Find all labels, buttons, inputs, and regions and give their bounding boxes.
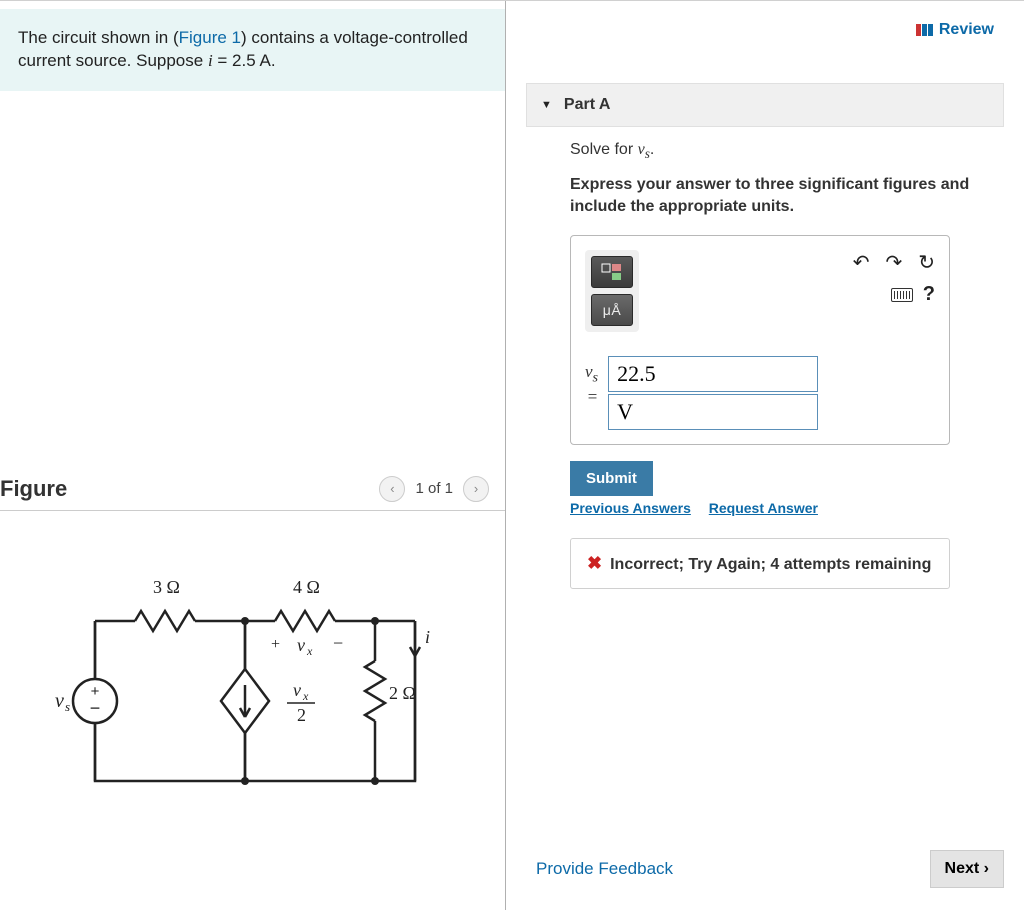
svg-text:s: s (65, 699, 70, 714)
collapse-icon: ▼ (541, 99, 552, 111)
review-link[interactable]: Review (916, 21, 994, 39)
incorrect-icon: ✖ (587, 553, 602, 573)
problem-text-pre: The circuit shown in ( (18, 28, 179, 47)
svg-text:−: − (90, 698, 101, 718)
svg-text:x: x (306, 644, 313, 658)
problem-statement: The circuit shown in (Figure 1) contains… (0, 9, 505, 91)
submit-button[interactable]: Submit (570, 461, 653, 496)
undo-icon[interactable]: ↶ (853, 250, 870, 275)
right-panel: Review ▼ Part A Solve for vs. Express yo… (506, 1, 1024, 910)
figure-link[interactable]: Figure 1 (179, 28, 241, 47)
svg-text:2 Ω: 2 Ω (389, 683, 416, 703)
redo-icon[interactable]: ↷ (885, 250, 902, 275)
provide-feedback-link[interactable]: Provide Feedback (536, 859, 673, 879)
part-body: Solve for vs. Express your answer to thr… (526, 127, 1004, 589)
figure-next-button[interactable]: › (463, 476, 489, 502)
next-button[interactable]: Next › (930, 850, 1004, 888)
request-answer-link[interactable]: Request Answer (709, 500, 818, 516)
figure-prev-button[interactable]: ‹ (379, 476, 405, 502)
toolbar: μÅ (585, 250, 639, 332)
svg-text:3 Ω: 3 Ω (153, 577, 180, 597)
svg-text:−: − (333, 633, 343, 653)
previous-answers-link[interactable]: Previous Answers (570, 500, 691, 516)
svg-text:i: i (425, 627, 430, 647)
svg-text:v: v (55, 690, 64, 712)
figure-header: Figure ‹ 1 of 1 › (0, 476, 505, 511)
template-button[interactable] (591, 256, 633, 288)
part-title: Part A (564, 96, 611, 114)
svg-text:x: x (302, 689, 309, 703)
svg-text:v: v (297, 635, 305, 655)
prompt-text: Solve for vs. (570, 141, 1004, 162)
left-panel: The circuit shown in (Figure 1) contains… (0, 1, 505, 910)
svg-text:v: v (293, 680, 301, 700)
reset-icon[interactable]: ↻ (918, 250, 935, 275)
units-button[interactable]: μÅ (591, 294, 633, 326)
keyboard-icon[interactable] (891, 288, 913, 302)
svg-text:2: 2 (297, 705, 306, 725)
figure-pager-text: 1 of 1 (415, 480, 453, 497)
help-icon[interactable]: ? (923, 283, 935, 306)
svg-text:+: + (271, 636, 280, 653)
instruction-text: Express your answer to three significant… (570, 174, 1004, 217)
feedback-text: Incorrect; Try Again; 4 attempts remaini… (610, 556, 931, 573)
svg-text:4 Ω: 4 Ω (293, 577, 320, 597)
supposition-value: = 2.5 A. (213, 51, 276, 70)
figure-pager: ‹ 1 of 1 › (379, 476, 489, 502)
feedback-box: ✖ Incorrect; Try Again; 4 attempts remain… (570, 538, 950, 589)
figure-title: Figure (0, 476, 67, 502)
review-icon (916, 24, 933, 36)
unit-input[interactable] (608, 394, 818, 430)
value-input[interactable] (608, 356, 818, 392)
review-label: Review (939, 21, 994, 39)
answer-box: μÅ ↶ ↷ ↻ ? vs= (570, 235, 950, 445)
answer-links: Previous Answers Request Answer (570, 500, 1004, 516)
part-a-header[interactable]: ▼ Part A (526, 83, 1004, 127)
circuit-diagram: + − v s v x 2 i 3 Ω 4 (35, 551, 455, 811)
variable-label: vs= (585, 356, 598, 406)
